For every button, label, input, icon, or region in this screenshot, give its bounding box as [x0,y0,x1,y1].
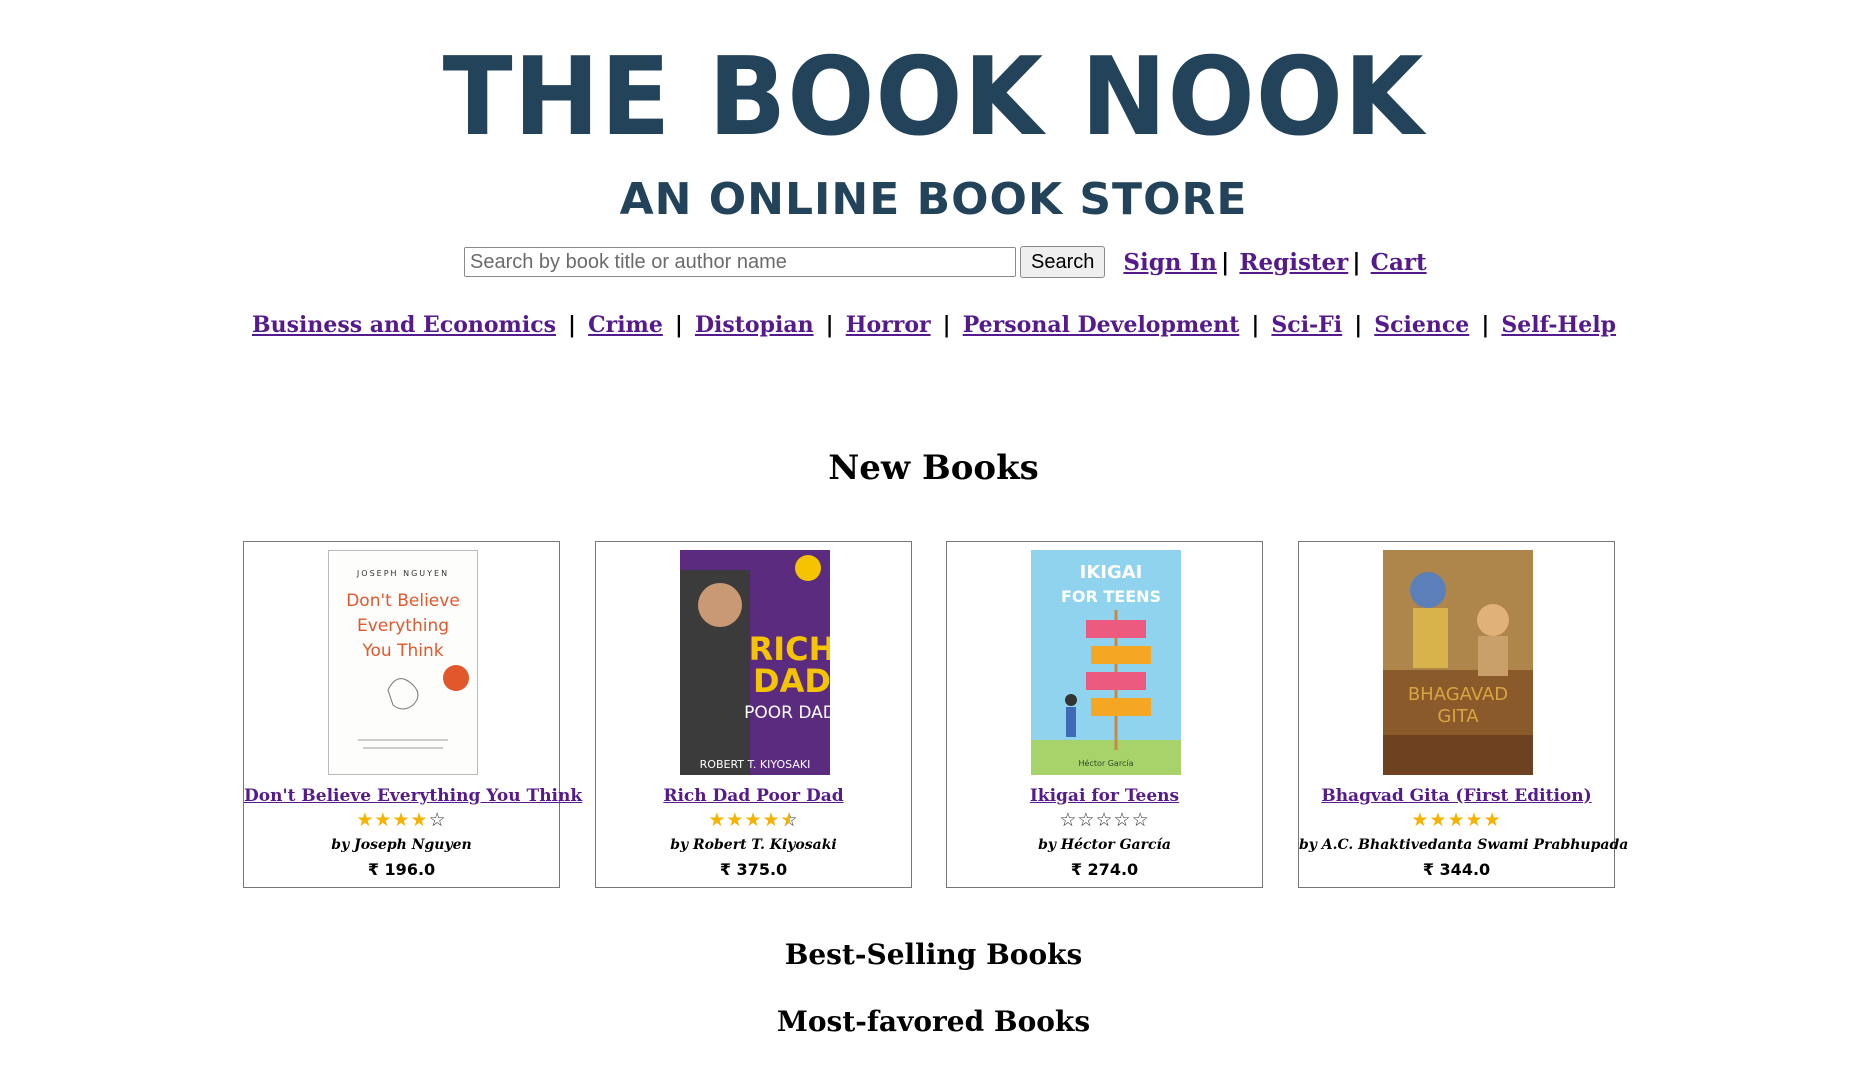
star-full-icon: ★ [1411,809,1430,831]
separator: | [674,312,683,338]
star-full-icon: ★ [1429,809,1448,831]
separator: | [825,312,834,338]
svg-text:ROBERT T. KIYOSAKI: ROBERT T. KIYOSAKI [700,758,811,771]
genre-link-personal-development[interactable]: Personal Development [963,312,1240,338]
search-input[interactable] [464,247,1016,277]
star-full-icon: ★ [744,809,763,831]
star-full-icon: ★ [708,809,727,831]
separator: | [942,312,951,338]
page: THE BOOK NOOK AN ONLINE BOOK STORE Searc… [0,0,1867,1075]
separator: | [1221,248,1230,276]
star-empty-icon: ☆ [1059,809,1078,831]
genre-link-distopian[interactable]: Distopian [695,312,814,338]
most-favored-heading: Most-favored Books [776,1005,1091,1038]
genre-link-horror[interactable]: Horror [846,312,931,338]
genre-nav: Business and Economics | Crime | Distopi… [252,312,1616,338]
rating-stars: ★★★★☆ [244,808,559,832]
book-cover[interactable]: IKIGAI FOR TEENS Héctor García [1031,550,1181,775]
new-books-heading: New Books [828,448,1039,488]
star-full-icon: ★ [410,809,429,831]
book-price: ₹ 196.0 [244,860,559,879]
separator: | [1251,312,1260,338]
rating-stars: ★★★★★ [1299,808,1614,832]
book-price: ₹ 344.0 [1299,860,1614,879]
svg-text:Everything: Everything [357,616,449,636]
star-full-icon: ★ [1483,809,1502,831]
best-selling-heading: Best-Selling Books [784,938,1083,971]
book-cover[interactable]: RICH DAD POOR DAD ROBERT T. KIYOSAKI [680,550,830,775]
star-empty-icon: ☆ [1131,809,1150,831]
genre-link-crime[interactable]: Crime [588,312,663,338]
search-button[interactable]: Search [1020,246,1106,278]
separator: | [1352,248,1361,276]
genre-link-business-economics[interactable]: Business and Economics [252,312,556,338]
book-card: IKIGAI FOR TEENS Héctor García Ikigai fo… [946,541,1263,888]
svg-text:Héctor García: Héctor García [1079,758,1134,768]
svg-text:JOSEPH NGUYEN: JOSEPH NGUYEN [356,569,449,578]
book-author: by A.C. Bhaktivedanta Swami Prabhupada [1299,837,1629,853]
svg-text:DAD: DAD [753,662,830,700]
star-full-icon: ★ [374,809,393,831]
star-empty-icon: ☆ [1095,809,1114,831]
svg-text:You Think: You Think [361,641,443,661]
rupee-icon: ₹ [1070,860,1082,879]
register-link[interactable]: Register [1239,249,1348,276]
account-links: Sign In | Register | Cart [1123,249,1426,276]
book-card: BHAGAVAD GITA Bhagvad Gita (First Editio… [1298,541,1629,888]
genre-link-self-help[interactable]: Self-Help [1501,312,1616,338]
price-value: 196.0 [384,860,436,879]
rupee-icon: ₹ [367,860,379,879]
separator: | [568,312,577,338]
star-empty-icon: ☆ [1077,809,1096,831]
book-card: RICH DAD POOR DAD ROBERT T. KIYOSAKI Ric… [595,541,912,888]
svg-text:GITA: GITA [1437,706,1479,727]
svg-text:IKIGAI: IKIGAI [1080,562,1143,583]
book-author: by Joseph Nguyen [331,837,472,853]
book-cover[interactable]: JOSEPH NGUYEN Don't Believe Everything Y… [328,550,478,775]
book-title-link[interactable]: Ikigai for Teens [947,786,1262,806]
sign-in-link[interactable]: Sign In [1123,249,1217,276]
star-full-icon: ★ [392,809,411,831]
price-value: 375.0 [736,860,788,879]
star-empty-icon: ☆ [1113,809,1132,831]
cart-link[interactable]: Cart [1371,249,1427,276]
genre-link-science[interactable]: Science [1374,312,1469,338]
rating-stars: ★★★★☆ [596,808,911,832]
genre-link-sci-fi[interactable]: Sci-Fi [1271,312,1342,338]
star-empty-icon: ☆ [428,809,447,831]
site-title: THE BOOK NOOK [442,35,1425,160]
rupee-icon: ₹ [719,860,731,879]
star-full-icon: ★ [726,809,745,831]
star-full-icon: ★ [1465,809,1484,831]
rating-stars: ☆☆☆☆☆ [947,808,1262,832]
book-author: by Héctor García [1038,837,1171,853]
book-card: JOSEPH NGUYEN Don't Believe Everything Y… [243,541,582,888]
rupee-icon: ₹ [1422,860,1434,879]
book-cover[interactable]: BHAGAVAD GITA [1383,550,1533,775]
price-value: 344.0 [1439,860,1491,879]
book-title-link[interactable]: Don't Believe Everything You Think [244,786,582,806]
star-full-icon: ★ [356,809,375,831]
book-title-link[interactable]: Bhagvad Gita (First Edition) [1299,786,1614,806]
separator: | [1481,312,1490,338]
star-half-icon: ☆ [781,808,799,832]
star-full-icon: ★ [1447,809,1466,831]
site-subtitle: AN ONLINE BOOK STORE [619,174,1248,225]
svg-text:BHAGAVAD: BHAGAVAD [1408,684,1508,705]
star-full-icon: ★ [762,809,781,831]
search-bar: Search Sign In | Register | Cart [464,244,1427,280]
book-author: by Robert T. Kiyosaki [670,837,837,853]
price-value: 274.0 [1087,860,1139,879]
book-price: ₹ 375.0 [596,860,911,879]
svg-text:FOR TEENS: FOR TEENS [1061,587,1161,606]
book-title-link[interactable]: Rich Dad Poor Dad [596,786,911,806]
separator: | [1354,312,1363,338]
svg-text:POOR DAD: POOR DAD [744,703,830,723]
svg-text:Don't Believe: Don't Believe [346,591,460,611]
book-price: ₹ 274.0 [947,860,1262,879]
